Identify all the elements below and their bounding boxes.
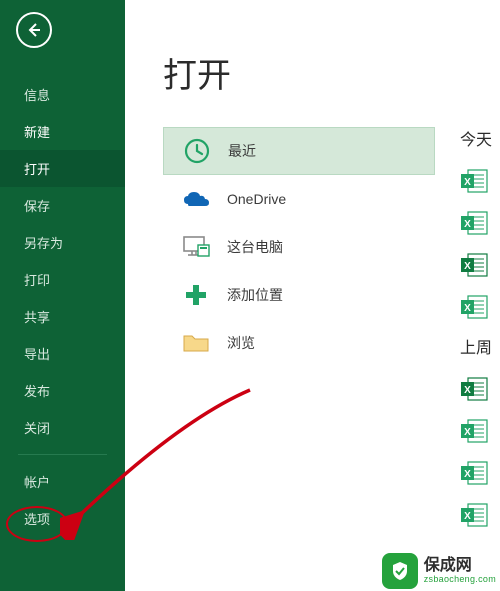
source-onedrive[interactable]: OneDrive	[163, 175, 435, 223]
source-add-place[interactable]: 添加位置	[163, 271, 435, 319]
file-row[interactable]: X	[460, 244, 500, 286]
source-label: 浏览	[227, 333, 255, 353]
excel-file-icon: X	[460, 253, 488, 277]
page-title: 打开	[163, 48, 500, 97]
excel-file-icon: X	[460, 295, 488, 319]
source-label: 添加位置	[227, 285, 283, 305]
svg-text:X: X	[464, 385, 471, 396]
excel-file-icon: X	[460, 169, 488, 193]
file-row[interactable]: X	[460, 202, 500, 244]
nav-export[interactable]: 导出	[0, 335, 125, 372]
source-this-pc[interactable]: 这台电脑	[163, 223, 435, 271]
folder-icon	[181, 328, 211, 358]
main-panel: 打开 最近 OneDrive 这台电脑 添加位置	[125, 0, 500, 591]
nav-account[interactable]: 帐户	[0, 463, 125, 500]
divider	[18, 454, 107, 455]
watermark-url: zsbaocheng.com	[424, 574, 496, 584]
svg-text:X: X	[464, 427, 471, 438]
excel-file-icon: X	[460, 503, 488, 527]
file-row[interactable]: X	[460, 410, 500, 452]
onedrive-icon	[181, 184, 211, 214]
svg-text:X: X	[464, 177, 471, 188]
nav-publish[interactable]: 发布	[0, 372, 125, 409]
nav-save[interactable]: 保存	[0, 187, 125, 224]
nav-close[interactable]: 关闭	[0, 409, 125, 446]
svg-text:X: X	[464, 303, 471, 314]
file-row[interactable]: X	[460, 368, 500, 410]
source-recent[interactable]: 最近	[163, 127, 435, 175]
excel-file-icon: X	[460, 211, 488, 235]
source-label: OneDrive	[227, 191, 286, 207]
excel-file-icon: X	[460, 461, 488, 485]
source-browse[interactable]: 浏览	[163, 319, 435, 367]
svg-text:X: X	[464, 469, 471, 480]
back-button[interactable]	[16, 12, 52, 48]
arrow-left-icon	[25, 21, 43, 39]
recent-files-column: 今天 X X X X 上周 X X X X	[460, 126, 500, 536]
source-label: 这台电脑	[227, 237, 283, 257]
svg-text:X: X	[464, 219, 471, 230]
open-source-list: 最近 OneDrive 这台电脑 添加位置 浏览	[163, 127, 435, 367]
file-row[interactable]: X	[460, 494, 500, 536]
excel-file-icon: X	[460, 377, 488, 401]
svg-text:X: X	[464, 261, 471, 272]
svg-text:X: X	[464, 511, 471, 522]
watermark-title: 保成网	[424, 558, 496, 574]
watermark-badge-icon	[382, 553, 418, 589]
nav-info[interactable]: 信息	[0, 76, 125, 113]
source-label: 最近	[228, 141, 256, 161]
nav-share[interactable]: 共享	[0, 298, 125, 335]
nav-saveas[interactable]: 另存为	[0, 224, 125, 261]
this-pc-icon	[181, 232, 211, 262]
file-row[interactable]: X	[460, 160, 500, 202]
file-row[interactable]: X	[460, 452, 500, 494]
nav-open[interactable]: 打开	[0, 150, 125, 187]
plus-icon	[181, 280, 211, 310]
excel-file-icon: X	[460, 419, 488, 443]
watermark: 保成网 zsbaocheng.com	[378, 551, 500, 591]
nav-new[interactable]: 新建	[0, 113, 125, 150]
file-row[interactable]: X	[460, 286, 500, 328]
sidebar: 信息 新建 打开 保存 另存为 打印 共享 导出 发布 关闭 帐户 选项	[0, 0, 125, 591]
clock-icon	[182, 136, 212, 166]
nav-options[interactable]: 选项	[0, 500, 125, 537]
group-heading-today: 今天	[460, 126, 500, 150]
nav-print[interactable]: 打印	[0, 261, 125, 298]
group-heading-last-week: 上周	[460, 334, 500, 358]
